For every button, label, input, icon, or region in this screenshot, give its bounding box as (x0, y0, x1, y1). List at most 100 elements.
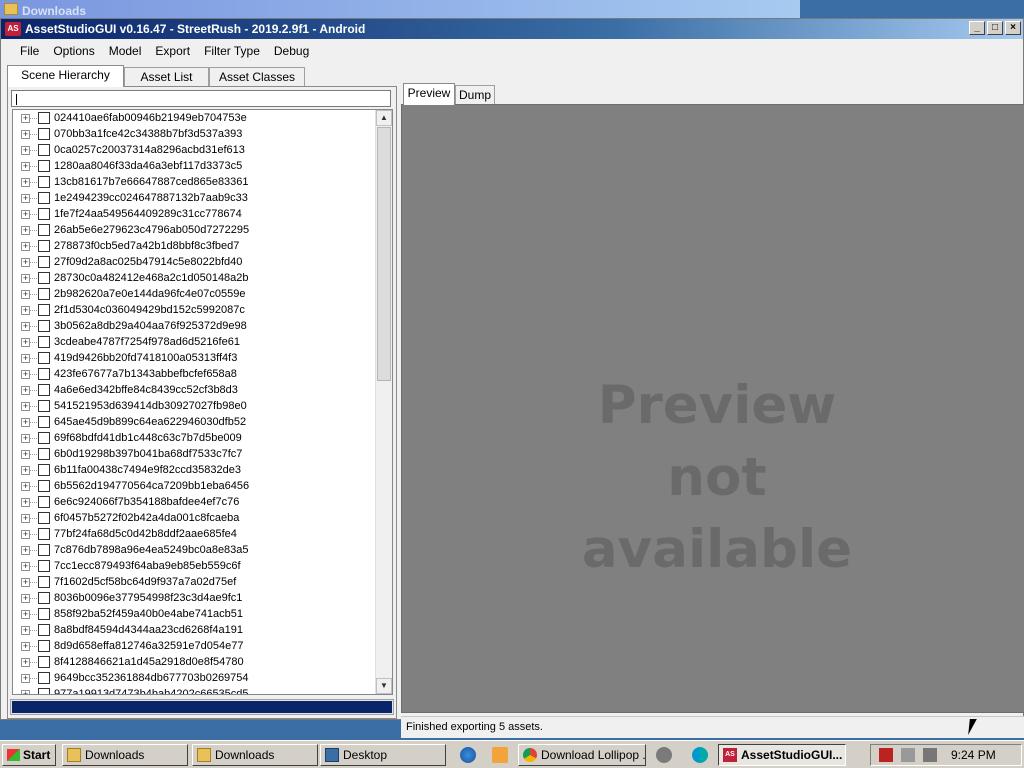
tree-checkbox[interactable] (38, 112, 50, 124)
expand-plus-icon[interactable]: + (21, 514, 30, 523)
menu-debug[interactable]: Debug (267, 40, 316, 62)
expand-plus-icon[interactable]: + (21, 610, 30, 619)
tree-node[interactable]: +7f1602d5cf58bc64d9f937a7a02d75ef (13, 574, 375, 590)
app-icon-raccoon[interactable] (656, 747, 672, 763)
expand-plus-icon[interactable]: + (21, 658, 30, 667)
tree-node[interactable]: +6f0457b5272f02b42a4da001c8fcaeba (13, 510, 375, 526)
scene-tree[interactable]: +024410ae6fab00946b21949eb704753e +070bb3… (12, 109, 393, 695)
tree-node[interactable]: +3cdeabe4787f7254f978ad6d5216fe61 (13, 334, 375, 350)
tree-node[interactable]: +7cc1ecc879493f64aba9eb85eb559c6f (13, 558, 375, 574)
expand-plus-icon[interactable]: + (21, 114, 30, 123)
tree-checkbox[interactable] (38, 384, 50, 396)
expand-plus-icon[interactable]: + (21, 546, 30, 555)
media-player-icon[interactable] (492, 747, 508, 763)
tree-node[interactable]: +3b0562a8db29a404aa76f925372d9e98 (13, 318, 375, 334)
taskbar-button-desktop[interactable]: Desktop (320, 744, 446, 766)
expand-plus-icon[interactable]: + (21, 210, 30, 219)
tree-checkbox[interactable] (38, 352, 50, 364)
expand-plus-icon[interactable]: + (21, 242, 30, 251)
tree-node[interactable]: +0ca0257c20037314a8296acbd31ef613 (13, 142, 375, 158)
tab-asset-classes[interactable]: Asset Classes (209, 67, 305, 87)
tree-checkbox[interactable] (38, 640, 50, 652)
tree-node[interactable]: +977a19913d7473b4bab4202c66535cd5 (13, 686, 375, 694)
tab-dump[interactable]: Dump (455, 85, 495, 105)
expand-plus-icon[interactable]: + (21, 162, 30, 171)
expand-plus-icon[interactable]: + (21, 370, 30, 379)
tree-checkbox[interactable] (38, 320, 50, 332)
expand-plus-icon[interactable]: + (21, 322, 30, 331)
tree-checkbox[interactable] (38, 608, 50, 620)
security-alert-icon[interactable] (879, 748, 893, 762)
tree-node[interactable]: +070bb3a1fce42c34388b7bf3d537a393 (13, 126, 375, 142)
expand-plus-icon[interactable]: + (21, 466, 30, 475)
clock[interactable]: 9:24 PM (951, 748, 996, 762)
taskbar-button-downloads-2[interactable]: Downloads (192, 744, 318, 766)
expand-plus-icon[interactable]: + (21, 674, 30, 683)
tree-node[interactable]: +8036b0096e377954998f23c3d4ae9fc1 (13, 590, 375, 606)
expand-plus-icon[interactable]: + (21, 194, 30, 203)
tree-node[interactable]: +278873f0cb5ed7a42b1d8bbf8c3fbed7 (13, 238, 375, 254)
tree-node[interactable]: +26ab5e6e279623c4796ab050d7272295 (13, 222, 375, 238)
tree-checkbox[interactable] (38, 576, 50, 588)
tree-checkbox[interactable] (38, 544, 50, 556)
expand-plus-icon[interactable]: + (21, 130, 30, 139)
tree-node[interactable]: +13cb81617b7e66647887ced865e83361 (13, 174, 375, 190)
tree-checkbox[interactable] (38, 224, 50, 236)
tree-node[interactable]: +2b982620a7e0e144da96fc4e07c0559e (13, 286, 375, 302)
tree-checkbox[interactable] (38, 272, 50, 284)
tree-node[interactable]: +27f09d2a8ac025b47914c5e8022bfd40 (13, 254, 375, 270)
expand-plus-icon[interactable]: + (21, 274, 30, 283)
internet-explorer-icon[interactable] (460, 747, 476, 763)
expand-plus-icon[interactable]: + (21, 530, 30, 539)
expand-plus-icon[interactable]: + (21, 690, 30, 694)
tree-checkbox[interactable] (38, 208, 50, 220)
filter-input[interactable] (11, 90, 391, 107)
tree-checkbox[interactable] (38, 480, 50, 492)
tree-checkbox[interactable] (38, 624, 50, 636)
minimize-button[interactable]: _ (969, 21, 985, 35)
tree-checkbox[interactable] (38, 336, 50, 348)
tree-checkbox[interactable] (38, 496, 50, 508)
tree-node[interactable]: +6b5562d194770564ca7209bb1eba6456 (13, 478, 375, 494)
tree-node[interactable]: +419d9426bb20fd7418100a05313ff4f3 (13, 350, 375, 366)
tree-checkbox[interactable] (38, 256, 50, 268)
tree-checkbox[interactable] (38, 432, 50, 444)
tree-checkbox[interactable] (38, 176, 50, 188)
menu-filter-type[interactable]: Filter Type (197, 40, 267, 62)
expand-plus-icon[interactable]: + (21, 258, 30, 267)
tree-checkbox[interactable] (38, 192, 50, 204)
tree-checkbox[interactable] (38, 160, 50, 172)
expand-plus-icon[interactable]: + (21, 402, 30, 411)
expand-plus-icon[interactable]: + (21, 578, 30, 587)
tab-preview[interactable]: Preview (403, 83, 455, 105)
menu-export[interactable]: Export (148, 40, 197, 62)
expand-plus-icon[interactable]: + (21, 290, 30, 299)
expand-plus-icon[interactable]: + (21, 482, 30, 491)
expand-plus-icon[interactable]: + (21, 418, 30, 427)
tree-checkbox[interactable] (38, 400, 50, 412)
tree-checkbox[interactable] (38, 368, 50, 380)
tree-checkbox[interactable] (38, 240, 50, 252)
maximize-button[interactable]: □ (987, 21, 1003, 35)
tree-node[interactable]: +1fe7f24aa549564409289c31cc778674 (13, 206, 375, 222)
close-button[interactable]: × (1005, 21, 1021, 35)
menu-options[interactable]: Options (46, 40, 101, 62)
scroll-thumb[interactable] (377, 127, 391, 381)
tree-node[interactable]: +9649bcc352361884db677703b0269754 (13, 670, 375, 686)
tree-node[interactable]: +1280aa8046f33da46a3ebf117d3373c5 (13, 158, 375, 174)
background-window-titlebar[interactable]: Downloads (0, 0, 800, 20)
expand-plus-icon[interactable]: + (21, 386, 30, 395)
tree-node[interactable]: +4a6e6ed342bffe84c8439cc52cf3b8d3 (13, 382, 375, 398)
tab-asset-list[interactable]: Asset List (124, 67, 209, 87)
tree-node[interactable]: +423fe67677a7b1343abbefbcfef658a8 (13, 366, 375, 382)
tree-checkbox[interactable] (38, 144, 50, 156)
tree-node[interactable]: +1e2494239cc024647887132b7aab9c33 (13, 190, 375, 206)
tree-checkbox[interactable] (38, 592, 50, 604)
tree-node[interactable]: +28730c0a482412e468a2c1d050148a2b (13, 270, 375, 286)
tree-node[interactable]: +8f4128846621a1d45a2918d0e8f54780 (13, 654, 375, 670)
tree-checkbox[interactable] (38, 656, 50, 668)
titlebar[interactable]: AS AssetStudioGUI v0.16.47 - StreetRush … (1, 19, 1023, 39)
taskbar-button-downloads-1[interactable]: Downloads (62, 744, 188, 766)
tree-checkbox[interactable] (38, 288, 50, 300)
tree-node[interactable]: +2f1d5304c036049429bd152c5992087c (13, 302, 375, 318)
